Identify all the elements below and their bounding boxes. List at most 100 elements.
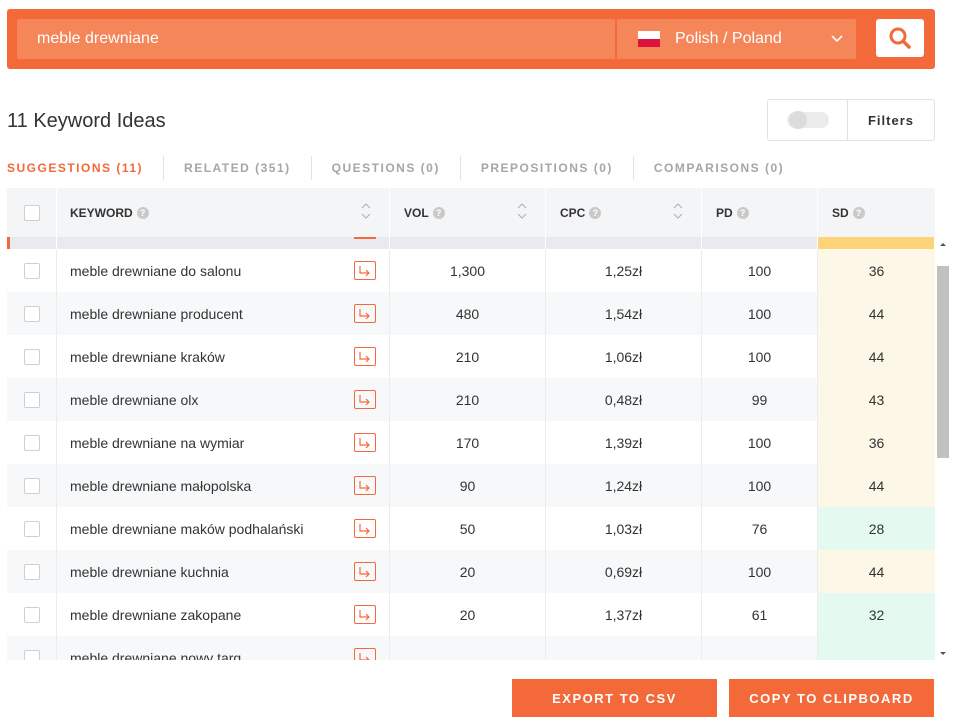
open-serp-icon[interactable]	[354, 476, 376, 495]
help-icon[interactable]: ?	[136, 206, 149, 219]
column-header-pd[interactable]: PD ?	[702, 188, 818, 237]
cpc-cell: 1,54zł	[546, 292, 702, 335]
copy-clipboard-button[interactable]: COPY TO CLIPBOARD	[729, 679, 934, 717]
keyword-text[interactable]: meble drewniane kraków	[70, 349, 225, 365]
tab-questions[interactable]: QUESTIONS (0)	[312, 156, 461, 180]
locale-select[interactable]: Polish / Poland	[617, 19, 856, 59]
cpc-cell: 1,39zł	[546, 421, 702, 464]
sort-icon[interactable]	[673, 202, 683, 220]
row-select-cell	[7, 593, 57, 636]
scroll-thumb[interactable]	[937, 266, 949, 458]
vol-cell: 1,300	[390, 249, 546, 292]
sd-cell: 44	[818, 464, 935, 507]
keyword-cell: meble drewniane na wymiar	[57, 421, 390, 464]
vol-cell: 50	[390, 507, 546, 550]
help-icon[interactable]: ?	[432, 206, 445, 219]
table-row[interactable]: meble drewniane do salonu 1,300 1,25zł 100 3…	[7, 249, 935, 292]
row-checkbox[interactable]	[23, 262, 40, 279]
vol-cell: 480	[390, 292, 546, 335]
row-checkbox[interactable]	[23, 305, 40, 322]
row-checkbox[interactable]	[23, 348, 40, 365]
keyword-text[interactable]: meble drewniane maków podhalański	[70, 521, 303, 537]
row-checkbox[interactable]	[23, 520, 40, 537]
keyword-text[interactable]: meble drewniane olx	[70, 392, 198, 408]
select-all-checkbox[interactable]	[23, 204, 40, 221]
vol-cell: 170	[390, 421, 546, 464]
keyword-text[interactable]: meble drewniane na wymiar	[70, 435, 244, 451]
sort-icon[interactable]	[517, 202, 527, 220]
keyword-text[interactable]: meble drewniane nowy targ	[70, 650, 241, 661]
keyword-search-input[interactable]	[17, 19, 615, 59]
help-icon[interactable]: ?	[736, 206, 749, 219]
sd-cell: 28	[818, 507, 935, 550]
keyword-text[interactable]: meble drewniane do salonu	[70, 263, 241, 279]
scroll-up-icon[interactable]	[935, 238, 951, 250]
vol-cell: 20	[390, 593, 546, 636]
table-row[interactable]: meble drewniane nowy targ	[7, 636, 935, 660]
sd-cell: 44	[818, 292, 935, 335]
filters-button[interactable]: Filters	[848, 100, 934, 140]
keyword-header-label: KEYWORD	[70, 205, 133, 220]
help-icon[interactable]: ?	[589, 206, 602, 219]
table-row[interactable]: meble drewniane zakopane 20 1,37zł 61 32	[7, 593, 935, 636]
table-row[interactable]: meble drewniane maków podhalański 50 1,03z…	[7, 507, 935, 550]
open-serp-icon[interactable]	[354, 562, 376, 581]
vol-cell: 210	[390, 335, 546, 378]
tab-comparisons[interactable]: COMPARISONS (0)	[634, 156, 804, 180]
sd-cell: 44	[818, 550, 935, 593]
row-checkbox[interactable]	[23, 649, 40, 660]
cpc-cell: 0,69zł	[546, 550, 702, 593]
open-serp-icon[interactable]	[354, 519, 376, 538]
sort-icon[interactable]	[361, 202, 371, 220]
table-row[interactable]: meble drewniane na wymiar 170 1,39zł 100 36	[7, 421, 935, 464]
open-serp-icon[interactable]	[354, 605, 376, 624]
keyword-text[interactable]: meble drewniane kuchnia	[70, 564, 229, 580]
cpc-cell: 1,25zł	[546, 249, 702, 292]
keyword-text[interactable]: meble drewniane producent	[70, 306, 243, 322]
open-serp-icon[interactable]	[354, 304, 376, 323]
row-select-cell	[7, 249, 57, 292]
table-scrollbar[interactable]	[935, 238, 951, 660]
keyword-text[interactable]: meble drewniane zakopane	[70, 607, 241, 623]
help-icon[interactable]: ?	[852, 206, 865, 219]
tab-related[interactable]: RELATED (351)	[164, 156, 312, 180]
open-serp-icon[interactable]	[354, 433, 376, 452]
row-checkbox[interactable]	[23, 477, 40, 494]
sd-cell	[818, 636, 935, 660]
open-serp-icon[interactable]	[354, 347, 376, 366]
filters-toggle[interactable]	[768, 100, 848, 140]
row-select-cell	[7, 464, 57, 507]
column-header-vol[interactable]: VOL ?	[390, 188, 546, 237]
table-row[interactable]: meble drewniane kraków 210 1,06zł 100 44	[7, 335, 935, 378]
tab-suggestions[interactable]: SUGGESTIONS (11)	[7, 156, 165, 180]
row-checkbox[interactable]	[23, 563, 40, 580]
vol-cell: 90	[390, 464, 546, 507]
search-button[interactable]	[876, 19, 924, 57]
pd-cell: 61	[702, 593, 818, 636]
scroll-down-icon[interactable]	[935, 648, 951, 660]
table-row[interactable]: meble drewniane kuchnia 20 0,69zł 100 44	[7, 550, 935, 593]
poland-flag-icon	[638, 31, 660, 47]
tab-prepositions[interactable]: PREPOSITIONS (0)	[461, 156, 634, 180]
pd-cell: 100	[702, 421, 818, 464]
keyword-cell: meble drewniane nowy targ	[57, 636, 390, 660]
table-row[interactable]: meble drewniane małopolska 90 1,24zł 100 44	[7, 464, 935, 507]
column-header-sd[interactable]: SD ?	[818, 188, 935, 237]
row-select-cell	[7, 421, 57, 464]
row-checkbox[interactable]	[23, 391, 40, 408]
row-checkbox[interactable]	[23, 434, 40, 451]
column-header-cpc[interactable]: CPC ?	[546, 188, 702, 237]
export-csv-button[interactable]: EXPORT TO CSV	[512, 679, 717, 717]
table-row[interactable]: meble drewniane olx 210 0,48zł 99 43	[7, 378, 935, 421]
table-row[interactable]: meble drewniane producent 480 1,54zł 100 44	[7, 292, 935, 335]
row-checkbox[interactable]	[23, 606, 40, 623]
cpc-header-label: CPC	[560, 205, 586, 220]
row-select-cell	[7, 550, 57, 593]
column-header-keyword[interactable]: KEYWORD ?	[57, 188, 390, 237]
keyword-text[interactable]: meble drewniane małopolska	[70, 478, 251, 494]
open-serp-icon[interactable]	[354, 390, 376, 409]
open-serp-icon[interactable]	[354, 648, 376, 660]
vol-header-label: VOL	[404, 205, 429, 220]
row-select-cell	[7, 292, 57, 335]
open-serp-icon[interactable]	[354, 261, 376, 280]
